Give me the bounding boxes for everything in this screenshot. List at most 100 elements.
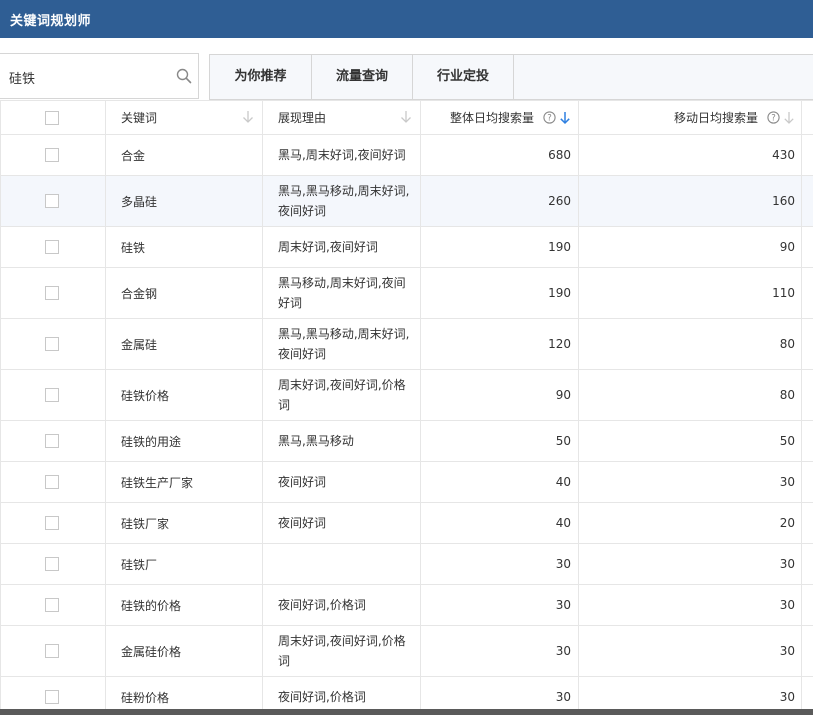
reason-cell: 黑马,周末好词,夜间好词 <box>263 135 421 175</box>
total-search-cell: 680 <box>421 135 579 175</box>
row-select-cell <box>0 370 106 420</box>
svg-text:?: ? <box>771 114 776 124</box>
mobile-search-cell: 20 <box>579 503 802 543</box>
reason-cell: 夜间好词 <box>263 503 421 543</box>
row-select-cell <box>0 503 106 543</box>
mobile-search-cell: 30 <box>579 462 802 502</box>
select-all-checkbox[interactable] <box>45 110 59 125</box>
row-select-cell <box>0 319 106 369</box>
toolbar: 为你推荐 流量查询 行业定投 <box>0 38 813 101</box>
mobile-search-cell: 30 <box>579 544 802 584</box>
help-icon[interactable]: ? <box>767 111 780 124</box>
mobile-search-cell: 30 <box>579 677 802 710</box>
mobile-search-cell: 90 <box>579 227 802 267</box>
header-total-label: 整体日均搜索量 <box>449 111 534 125</box>
header-total-daily-search[interactable]: 整体日均搜索量 ? <box>421 101 579 134</box>
row-checkbox[interactable] <box>45 337 59 351</box>
sort-desc-active-icon[interactable] <box>559 110 571 126</box>
mobile-search-cell: 80 <box>579 370 802 420</box>
row-checkbox[interactable] <box>45 644 59 658</box>
row-checkbox[interactable] <box>45 434 59 448</box>
keyword-cell: 硅铁厂 <box>106 544 263 584</box>
keyword-cell: 硅粉价格 <box>106 677 263 710</box>
reason-cell: 黑马移动,周末好词,夜间好词 <box>263 268 421 318</box>
reason-cell: 周末好词,夜间好词 <box>263 227 421 267</box>
sort-arrow-icon[interactable] <box>783 110 795 126</box>
total-search-cell: 90 <box>421 370 579 420</box>
tab-industry-targeting[interactable]: 行业定投 <box>413 55 514 99</box>
reason-cell: 黑马,黑马移动,周末好词,夜间好词 <box>263 319 421 369</box>
row-select-cell <box>0 227 106 267</box>
title-bar: 关键词规划师 <box>0 0 813 38</box>
row-select-cell <box>0 268 106 318</box>
mobile-search-cell: 160 <box>579 176 802 226</box>
mobile-search-cell: 430 <box>579 135 802 175</box>
header-mobile-daily-search[interactable]: 移动日均搜索量 ? <box>579 101 802 134</box>
total-search-cell: 120 <box>421 319 579 369</box>
keyword-cell: 硅铁厂家 <box>106 503 263 543</box>
row-select-cell <box>0 544 106 584</box>
row-select-cell <box>0 462 106 502</box>
row-checkbox[interactable] <box>45 240 59 254</box>
table-row[interactable]: 合金钢 黑马移动,周末好词,夜间好词 190 110 <box>0 268 813 319</box>
total-search-cell: 40 <box>421 462 579 502</box>
row-checkbox[interactable] <box>45 286 59 300</box>
row-checkbox[interactable] <box>45 516 59 530</box>
mobile-search-cell: 110 <box>579 268 802 318</box>
row-checkbox[interactable] <box>45 690 59 704</box>
table-row[interactable]: 硅铁厂 30 30 <box>0 544 813 585</box>
app-title: 关键词规划师 <box>10 14 92 29</box>
search-input[interactable] <box>9 66 159 88</box>
keyword-cell: 多晶硅 <box>106 176 263 226</box>
table-row[interactable]: 硅铁价格 周末好词,夜间好词,价格词 90 80 <box>0 370 813 421</box>
total-search-cell: 30 <box>421 626 579 676</box>
tab-traffic-query[interactable]: 流量查询 <box>312 55 413 99</box>
search-box[interactable] <box>0 53 199 99</box>
header-keyword-label: 关键词 <box>121 111 158 125</box>
row-checkbox[interactable] <box>45 557 59 571</box>
sort-arrow-icon[interactable] <box>241 109 255 125</box>
row-checkbox[interactable] <box>45 388 59 402</box>
table-row[interactable]: 硅铁的用途 黑马,黑马移动 50 50 <box>0 421 813 462</box>
table-row[interactable]: 硅铁厂家 夜间好词 40 20 <box>0 503 813 544</box>
table-row[interactable]: 硅铁生产厂家 夜间好词 40 30 <box>0 462 813 503</box>
search-icon[interactable] <box>176 68 192 84</box>
keyword-cell: 金属硅 <box>106 319 263 369</box>
horizontal-scrollbar[interactable] <box>0 709 813 715</box>
header-reason[interactable]: 展现理由 <box>263 101 421 134</box>
reason-cell: 黑马,黑马移动,周末好词,夜间好词 <box>263 176 421 226</box>
table-row[interactable]: 硅铁 周末好词,夜间好词 190 90 <box>0 227 813 268</box>
svg-text:?: ? <box>547 114 552 124</box>
total-search-cell: 40 <box>421 503 579 543</box>
row-select-cell <box>0 677 106 710</box>
row-select-cell <box>0 421 106 461</box>
header-keyword[interactable]: 关键词 <box>106 101 263 134</box>
total-search-cell: 30 <box>421 585 579 625</box>
mobile-search-cell: 80 <box>579 319 802 369</box>
table-row[interactable]: 硅粉价格 夜间好词,价格词 30 30 <box>0 677 813 710</box>
mobile-search-cell: 30 <box>579 626 802 676</box>
reason-cell: 黑马,黑马移动 <box>263 421 421 461</box>
table-row[interactable]: 多晶硅 黑马,黑马移动,周末好词,夜间好词 260 160 <box>0 176 813 227</box>
table-row[interactable]: 金属硅价格 周末好词,夜间好词,价格词 30 30 <box>0 626 813 677</box>
keyword-cell: 硅铁生产厂家 <box>106 462 263 502</box>
table-header-row: 关键词 展现理由 整体日均搜索量 ? 移动日均搜索量 ? <box>0 100 813 135</box>
total-search-cell: 190 <box>421 227 579 267</box>
row-select-cell <box>0 626 106 676</box>
sort-arrow-icon[interactable] <box>399 109 413 125</box>
help-icon[interactable]: ? <box>543 111 556 124</box>
row-select-cell <box>0 135 106 175</box>
total-search-cell: 260 <box>421 176 579 226</box>
row-checkbox[interactable] <box>45 194 59 208</box>
tab-recommend[interactable]: 为你推荐 <box>210 55 312 99</box>
table-row[interactable]: 金属硅 黑马,黑马移动,周末好词,夜间好词 120 80 <box>0 319 813 370</box>
row-checkbox[interactable] <box>45 148 59 162</box>
reason-cell: 夜间好词,价格词 <box>263 677 421 710</box>
keyword-cell: 硅铁的用途 <box>106 421 263 461</box>
keyword-cell: 硅铁价格 <box>106 370 263 420</box>
row-checkbox[interactable] <box>45 475 59 489</box>
row-checkbox[interactable] <box>45 598 59 612</box>
table-row[interactable]: 合金 黑马,周末好词,夜间好词 680 430 <box>0 135 813 176</box>
table-row[interactable]: 硅铁的价格 夜间好词,价格词 30 30 <box>0 585 813 626</box>
reason-cell <box>263 544 421 584</box>
